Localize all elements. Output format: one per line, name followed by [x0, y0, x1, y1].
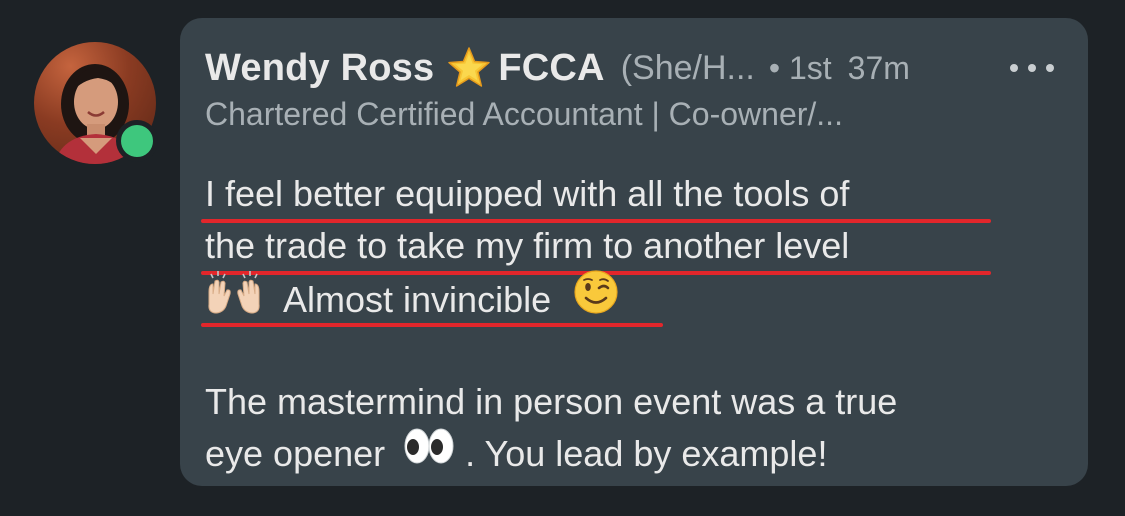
message-line-3: Almost invincible — [201, 270, 1065, 327]
comment-text: I feel better equipped with all the tool… — [201, 168, 1065, 480]
message-line-5: eye opener . You lead by example! — [205, 428, 1065, 480]
message-text-5b: . You lead by example! — [465, 433, 828, 474]
message-text-5a: eye opener — [205, 433, 386, 474]
message-text-2: the trade to take my firm to another lev… — [205, 225, 850, 266]
connection-degree: • 1st — [768, 49, 832, 86]
winking-face-icon — [573, 269, 619, 329]
online-status-indicator — [116, 120, 158, 162]
message-text-3: Almost invincible — [283, 278, 552, 320]
raised-hands-icon — [205, 270, 263, 328]
eyes-icon — [403, 427, 455, 479]
comment-header: Wendy Ross FCCA (She/H... • 1st 37m — [205, 46, 1068, 90]
author-pronouns: (She/H... — [620, 48, 755, 87]
author-headline: Chartered Certified Accountant | Co-owne… — [205, 96, 843, 132]
message-line-1: I feel better equipped with all the tool… — [201, 168, 1065, 223]
comment-bubble: Wendy Ross FCCA (She/H... • 1st 37m Char… — [180, 18, 1088, 486]
comment-timestamp: 37m — [847, 49, 910, 86]
highlight-underline — [201, 323, 663, 327]
message-line-4: The mastermind in person event was a tru… — [205, 376, 1065, 428]
message-text-4: The mastermind in person event was a tru… — [205, 381, 898, 422]
author-credential[interactable]: FCCA — [498, 47, 604, 90]
author-name[interactable]: Wendy Ross — [205, 47, 434, 90]
message-line-2: the trade to take my firm to another lev… — [201, 220, 1065, 275]
message-text-1: I feel better equipped with all the tool… — [205, 173, 850, 214]
star-icon — [446, 45, 492, 91]
author-avatar[interactable] — [34, 42, 158, 164]
comment-thread: Wendy Ross FCCA (She/H... • 1st 37m Char… — [0, 0, 1125, 516]
more-options-icon[interactable] — [1010, 58, 1054, 78]
